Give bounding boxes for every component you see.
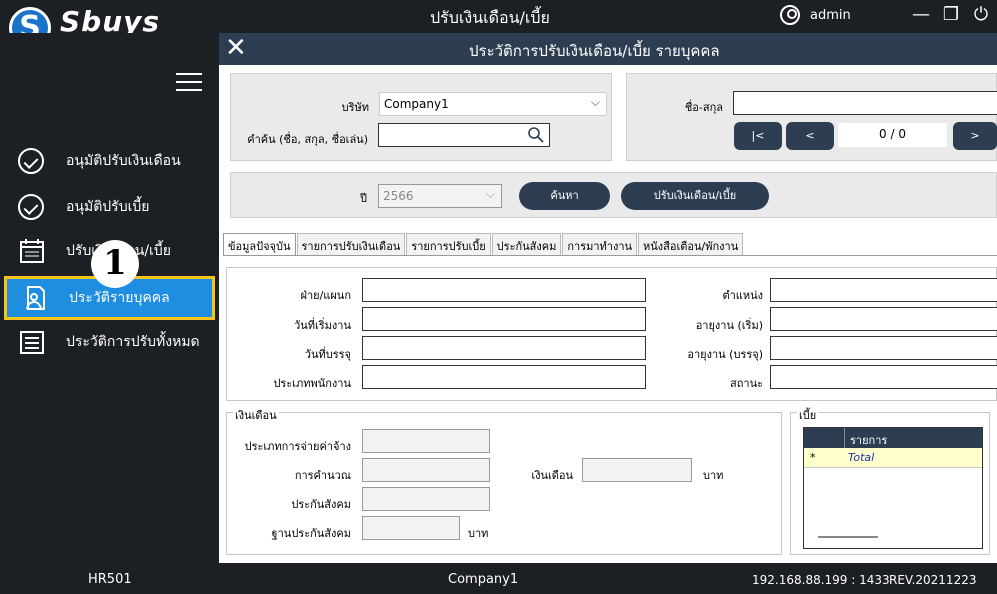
status-bar: HR501 Company1 192.168.88.199 : 1433 REV… [0,563,997,594]
person-panel: ชื่อ-สกุล |< < 0 / 0 > [626,73,997,161]
first-record-button[interactable]: |< [734,122,782,150]
confirm-date-field[interactable] [362,336,646,360]
calc-field[interactable] [362,458,490,482]
year-label: ปี [360,192,367,205]
baht-label: บาท [703,469,724,482]
position-field[interactable] [770,278,997,302]
next-record-button[interactable]: > [953,122,997,150]
hamburger-menu-icon[interactable] [176,73,202,93]
power-button[interactable]: ⏻ [970,5,992,27]
company-label: บริษัท [341,101,369,114]
filter-panel: บริษัท Company1 ⌵ คำค้น (ชื่อ, สกุล, ชื่… [230,73,612,161]
confirm-date-label: วันที่บรรจุ [304,348,351,361]
tab-warnings[interactable]: หนังสือเตือน/พักงาน [638,233,744,255]
tab-salary-adjust[interactable]: รายการปรับเงินเดือน [296,233,406,255]
start-date-field[interactable] [362,307,646,331]
check-circle-icon [18,194,44,220]
scrollbar[interactable] [818,536,878,538]
name-label: ชื่อ-สกุล [684,101,723,114]
revision: REV.20211223 [889,573,977,587]
ss-base-label: ฐานประกันสังคม [271,527,351,540]
salary-field[interactable] [582,458,692,482]
ss-label: ประกันสังคม [291,498,351,511]
dialog: ✕ ประวัติการปรับเงินเดือน/เบี้ย รายบุคคล… [219,33,997,563]
server-address: 192.168.88.199 : 1433 [752,573,890,587]
pay-type-field[interactable] [362,429,490,453]
age-start-label: อายุงาน (เริ่ม) [695,319,763,332]
calc-label: การคำนวณ [294,469,351,482]
dept-field[interactable] [362,278,646,302]
age-confirm-field[interactable] [770,336,997,360]
row-marker: * [810,451,816,464]
tab-allowance-adjust[interactable]: รายการปรับเบี้ย [406,233,491,255]
salary-group: เงินเดือน ประเภทการจ่ายค่าจ้าง การคำนวณ … [226,406,782,555]
age-confirm-label: อายุงาน (บรรจุ) [687,348,763,361]
start-date-label: วันที่เริ่มงาน [294,319,351,332]
window-title: ปรับเงินเดือน/เบี้ย [430,8,550,27]
tab-current[interactable]: ข้อมูลปัจจุบัน [223,233,296,255]
allowance-group: เบี้ย รายการ * Total [790,406,990,555]
user-icon [780,5,800,25]
dialog-header: ✕ ประวัติการปรับเงินเดือน/เบี้ย รายบุคคล [219,33,997,65]
adjust-button[interactable]: ปรับเงินเดือน/เบี้ย [621,182,769,210]
tab-attendance[interactable]: การมาทำงาน [562,233,638,255]
company-status: Company1 [448,572,519,587]
current-info-group: ฝ่าย/แผนก วันที่เริ่มงาน วันที่บรรจุ ประ… [226,267,997,401]
total-row[interactable] [804,448,982,468]
minimize-button[interactable]: — [910,5,932,27]
company-select[interactable]: Company1 ⌵ [379,92,607,116]
chevron-down-icon: ⌵ [485,187,495,201]
position-label: ตำแหน่ง [722,289,763,302]
check-circle-icon [18,148,44,174]
year-panel: ปี 2566 ⌵ ค้นหา ปรับเงินเดือน/เบี้ย [230,172,997,218]
allowance-group-title: เบี้ย [797,406,819,424]
prev-record-button[interactable]: < [786,122,834,150]
sidebar-item-all-history[interactable]: ประวัติการปรับทั้งหมด [0,321,219,363]
user-menu[interactable]: admin [780,5,851,25]
sidebar-item-approve-allowance[interactable]: อนุมัติปรับเบี้ย [0,186,219,228]
baht-label: บาท [468,527,489,540]
dept-label: ฝ่าย/แผนก [300,289,352,302]
person-doc-icon [26,286,45,310]
status-label: สถานะ [730,377,763,390]
pay-type-label: ประเภทการจ่ายค่าจ้าง [244,440,351,453]
restore-button[interactable]: ❐ [940,5,962,27]
salary-label: เงินเดือน [531,469,573,482]
tab-social-security[interactable]: ประกันสังคม [491,233,562,255]
emp-type-field[interactable] [362,365,646,389]
age-start-field[interactable] [770,307,997,331]
year-select[interactable]: 2566 ⌵ [378,184,502,208]
emp-type-label: ประเภทพนักงาน [273,377,351,390]
name-field[interactable] [733,91,997,115]
calendar-icon [20,239,44,263]
dialog-title: ประวัติการปรับเงินเดือน/เบี้ย รายบุคคล [469,42,720,60]
close-icon[interactable]: ✕ [225,34,247,62]
total-label: Total [848,451,875,464]
salary-group-title: เงินเดือน [233,406,279,424]
sidebar: อนุมัติปรับเงินเดือน อนุมัติปรับเบี้ย ปร… [0,33,219,563]
search-label: คำค้น (ชื่อ, สกุล, ชื่อเล่น) [247,133,368,146]
status-field[interactable] [770,365,997,389]
search-input[interactable] [378,123,550,147]
item-column-header[interactable]: รายการ [850,431,887,449]
search-icon [528,127,544,143]
sidebar-item-approve-salary[interactable]: อนุมัติปรับเงินเดือน [0,140,219,182]
ss-base-field[interactable] [362,516,460,540]
record-counter: 0 / 0 [838,123,947,147]
step-badge: 1 [91,240,139,288]
user-name: admin [810,7,851,23]
allowance-grid: รายการ * Total [803,427,983,549]
search-button[interactable]: ค้นหา [519,182,610,210]
list-icon [20,331,44,354]
chevron-down-icon: ⌵ [590,95,600,109]
screen-code: HR501 [88,572,132,587]
ss-field[interactable] [362,487,490,511]
tab-bar: ข้อมูลปัจจุบัน รายการปรับเงินเดือน รายกา… [223,233,744,255]
